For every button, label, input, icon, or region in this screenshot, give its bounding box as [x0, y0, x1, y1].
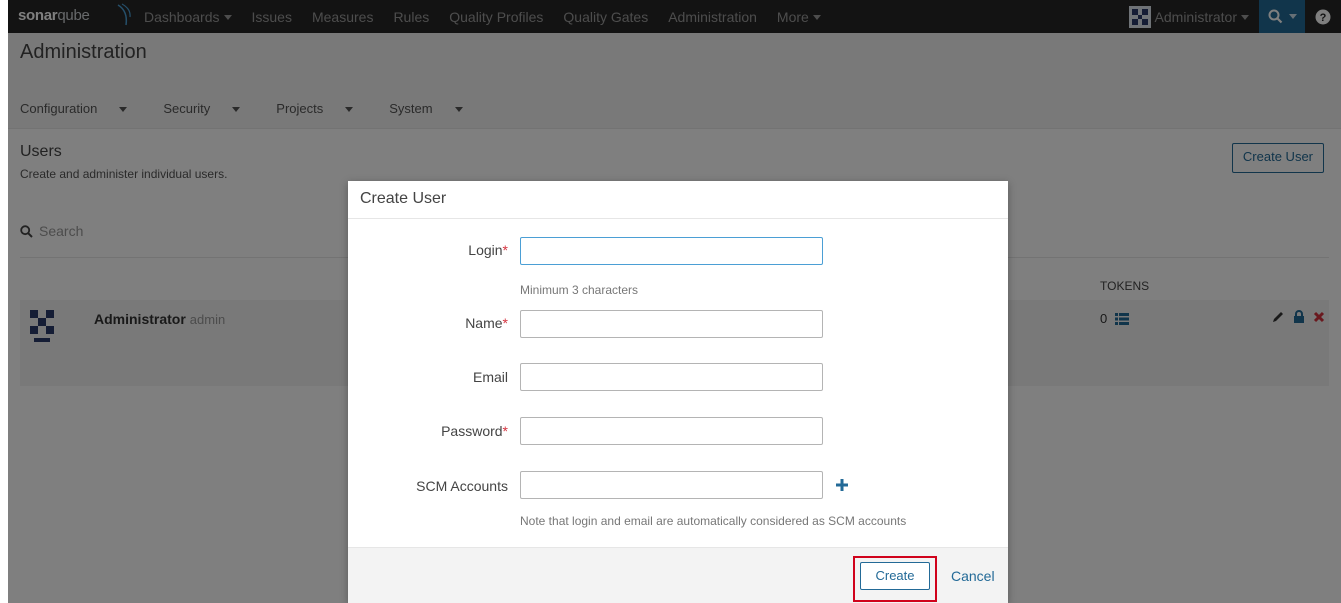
login-label-text: Login [468, 242, 503, 258]
scm-accounts-label-text: SCM Accounts [416, 478, 508, 494]
password-field[interactable] [520, 417, 823, 445]
password-label-text: Password [441, 423, 503, 439]
name-label: Name* [348, 315, 508, 331]
create-button[interactable]: Create [860, 562, 930, 590]
email-label-text: Email [472, 369, 508, 385]
password-label: Password* [348, 423, 508, 439]
login-label: Login* [348, 242, 508, 258]
add-plus-icon[interactable] [835, 478, 849, 492]
modal-title: Create User [360, 190, 447, 207]
scm-accounts-label: SCM Accounts [348, 478, 508, 494]
login-hint: Minimum 3 characters [520, 283, 639, 297]
email-label: Email [348, 369, 508, 385]
required-mark: * [502, 423, 508, 439]
create-user-modal: Create User Login* Minimum 3 characters … [348, 181, 1008, 603]
scm-accounts-field[interactable] [520, 471, 823, 499]
modal-footer: Create Cancel [348, 547, 1008, 603]
name-label-text: Name [465, 315, 503, 331]
scm-hint: Note that login and email are automatica… [520, 514, 907, 528]
email-field[interactable] [520, 363, 823, 391]
required-mark: * [502, 315, 508, 331]
required-mark: * [502, 242, 508, 258]
modal-header: Create User [348, 181, 1008, 219]
frame-border [0, 0, 8, 603]
cancel-link[interactable]: Cancel [951, 568, 995, 584]
login-field[interactable] [520, 237, 823, 265]
name-field[interactable] [520, 310, 823, 338]
